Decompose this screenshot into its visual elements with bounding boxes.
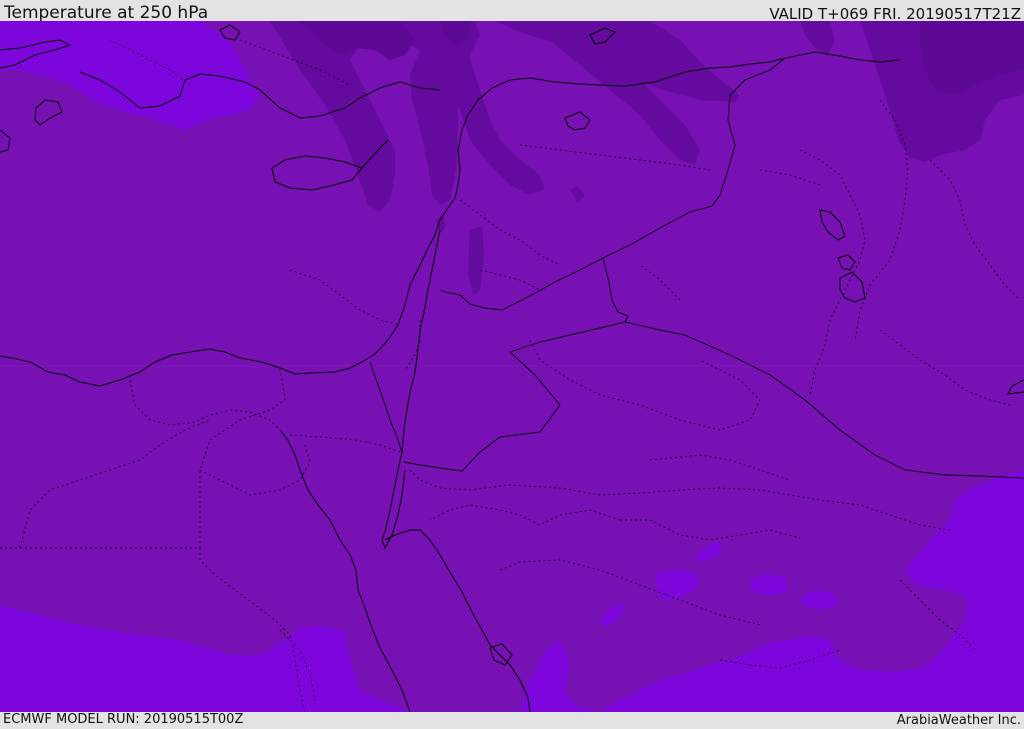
map-header: Temperature at 250 hPa VALID T+069 FRI. … bbox=[0, 0, 1024, 23]
base-temperature-field bbox=[0, 21, 1024, 712]
map-footer: ECMWF MODEL RUN: 20190515T00Z ArabiaWeat… bbox=[0, 712, 1024, 729]
weather-map bbox=[0, 21, 1024, 712]
credit-label: ArabiaWeather Inc. bbox=[896, 713, 1021, 728]
model-run-label: ECMWF MODEL RUN: 20190515T00Z bbox=[3, 712, 244, 727]
map-title: Temperature at 250 hPa bbox=[4, 3, 209, 23]
